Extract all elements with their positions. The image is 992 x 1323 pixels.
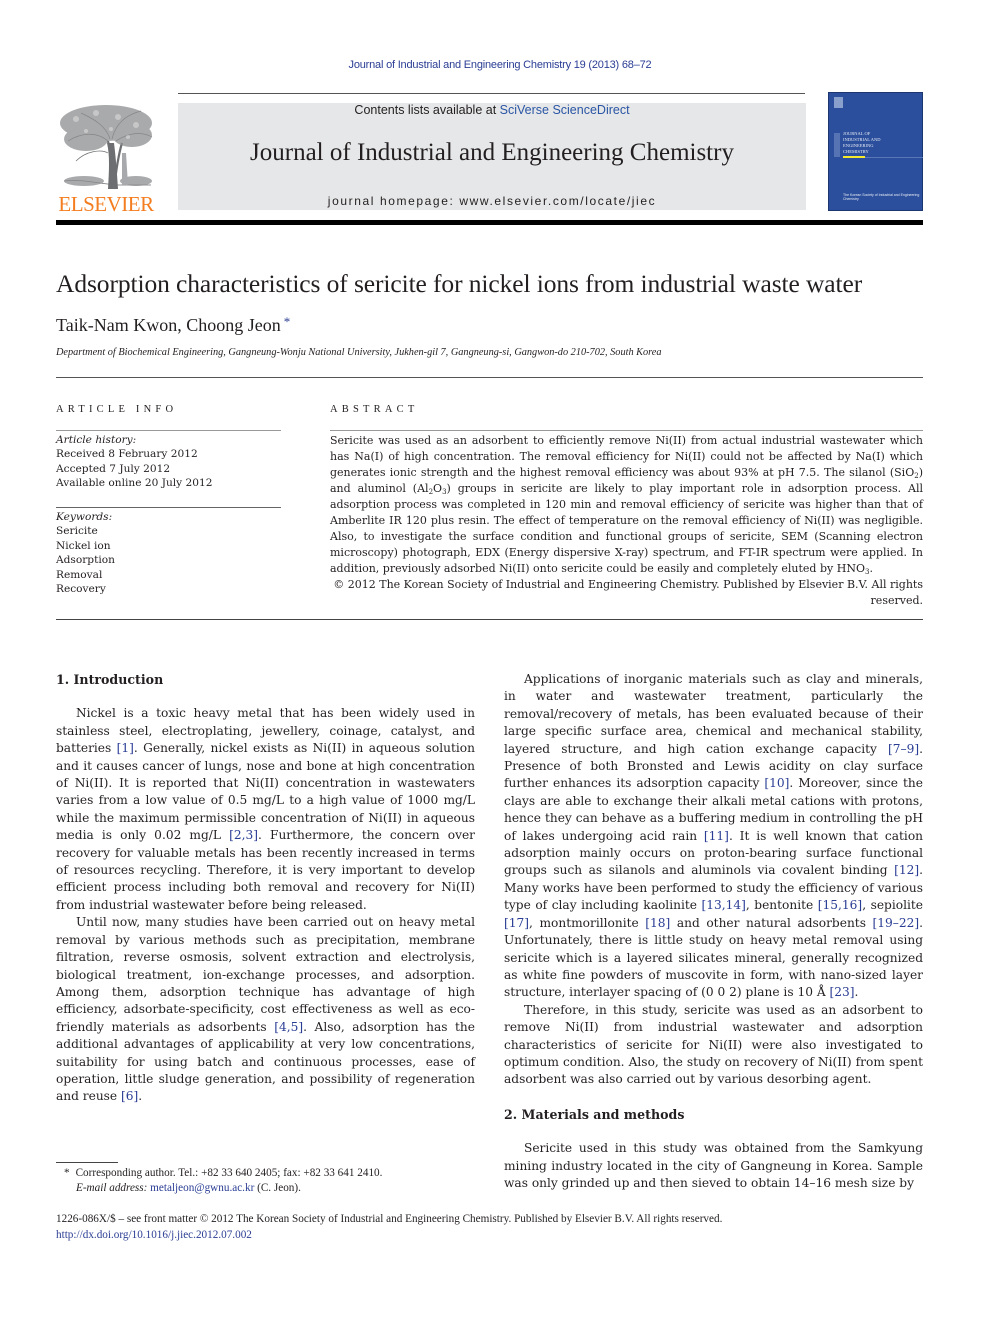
affiliation: Department of Biochemical Engineering, G… [56,347,662,358]
keyword: Removal [56,568,103,581]
tree-icon [60,105,153,190]
abstract-copyright: © 2012 The Korean Society of Industrial … [333,578,923,607]
accepted-date: Accepted 7 July 2012 [56,462,171,475]
citation-link[interactable]: [1] [117,741,134,755]
paragraph: Therefore, in this study, sericite was u… [504,1002,923,1087]
keyword: Adsorption [56,554,115,567]
title-divider [56,377,923,378]
article-title: Adsorption characteristics of sericite f… [56,269,863,298]
body-column-left: 1. Introduction Nickel is a toxic heavy … [56,671,475,1106]
paragraph: Sericite used in this study was obtained… [504,1141,923,1190]
running-head[interactable]: Journal of Industrial and Engineering Ch… [0,59,992,71]
citation-link[interactable]: [23] [830,985,855,999]
cover-title-line: Chemistry [843,149,869,154]
front-matter-text: 1226-086X/$ – see front matter © 2012 Th… [56,1213,723,1225]
footnote-rule [56,1162,118,1163]
paragraph: Until now, many studies have been carrie… [56,915,475,1104]
cover-side-bar [834,133,840,157]
keyword: Sericite [56,525,98,538]
keyword: Recovery [56,583,106,596]
citation-link[interactable]: [12] [894,863,919,877]
citation-link[interactable]: [10] [764,776,789,790]
history-label: Article history: [56,434,137,446]
citation-link[interactable]: [11] [704,829,729,843]
doi-link[interactable]: http://dx.doi.org/10.1016/j.jiec.2012.07… [56,1227,722,1243]
author-list: Taik-Nam Kwon, Choong Jeon * [56,314,291,336]
section-heading-introduction: 1. Introduction [56,672,164,687]
email-link[interactable]: metaljeon@gwnu.ac.kr [150,1182,254,1194]
paragraph: Applications of inorganic materials such… [504,672,924,1000]
keywords-rule [56,507,281,508]
online-date: Available online 20 July 2012 [56,477,213,490]
cover-publisher-icon [834,97,843,108]
article-history: Article history: Received 8 February 201… [56,433,212,491]
abstract-divider [56,619,923,620]
abstract-body: Sericite was used as an adsorbent to eff… [330,433,923,609]
citation-link[interactable]: [2,3] [229,828,258,842]
email-note: E-mail address: metaljeon@gwnu.ac.kr (C.… [76,1182,301,1194]
body-column-right: Applications of inorganic materials such… [504,671,923,1192]
cover-title: Journal of Industrial and Engineering Ch… [843,131,880,155]
keywords-label: Keywords: [56,511,113,523]
abstract-text: Sericite was used as an adsorbent to eff… [330,434,924,576]
citation-link[interactable]: [7–9] [888,742,919,756]
contents-available-line: Contents lists available at SciVerse Sci… [178,103,806,117]
citation-link[interactable]: [15,16] [818,898,862,912]
abstract-heading: ABSTRACT [330,404,419,415]
footnote: * Corresponding author. Tel.: +82 33 640 … [64,1166,382,1196]
cover-yellow-bar [843,156,865,158]
masthead-bottom-rule [56,220,923,225]
paragraph: Nickel is a toxic heavy metal that has b… [56,706,476,912]
citation-link[interactable]: [4,5] [274,1020,303,1034]
article-info-rule [56,430,281,431]
citation-link[interactable]: [17] [504,916,529,930]
contents-prefix: Contents lists available at [354,103,500,117]
article-info-heading: ARTICLE INFO [56,404,178,415]
cover-society-text: The Korean Society of Industrial and Eng… [843,193,920,201]
journal-cover-thumbnail[interactable]: Journal of Industrial and Engineering Ch… [828,92,923,211]
corresponding-author-note: * Corresponding author. Tel.: +82 33 640 … [64,1167,383,1179]
journal-citation-link[interactable]: Journal of Industrial and Engineering Ch… [349,59,652,71]
journal-homepage[interactable]: journal homepage: www.elsevier.com/locat… [178,194,806,208]
corresponding-author-link[interactable]: * [284,314,291,329]
sciencedirect-link[interactable]: SciVerse ScienceDirect [500,103,630,117]
abstract-rule [330,430,923,431]
cover-rule [865,157,923,158]
citation-link[interactable]: [13,14] [701,898,745,912]
journal-name: Journal of Industrial and Engineering Ch… [250,139,734,166]
keywords: Keywords: Sericite Nickel ion Adsorption… [56,510,115,596]
citation-link[interactable]: [6] [121,1089,138,1103]
received-date: Received 8 February 2012 [56,448,198,461]
keyword: Nickel ion [56,539,111,552]
authors: Taik-Nam Kwon, Choong Jeon [56,315,281,335]
citation-link[interactable]: [19–22] [873,916,920,930]
elsevier-wordmark: ELSEVIER [58,192,154,216]
citation-link[interactable]: [18] [645,916,670,930]
section-heading-materials-methods: 2. Materials and methods [504,1106,685,1122]
front-matter: 1226-086X/$ – see front matter © 2012 Th… [56,1211,722,1243]
masthead-top-rule [178,93,805,94]
